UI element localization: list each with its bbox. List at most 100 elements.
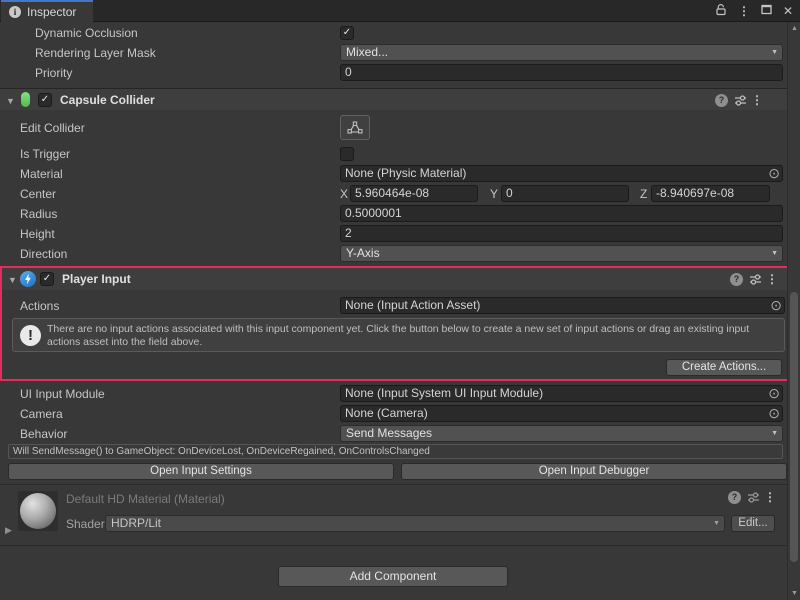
material-sphere-preview	[20, 493, 56, 529]
object-picker-icon[interactable]: ⊙	[768, 385, 780, 402]
is-trigger-row: Is Trigger	[0, 144, 787, 164]
ui-input-module-object-field[interactable]: None (Input System UI Input Module) ⊙	[340, 385, 783, 402]
actions-label: Actions	[20, 296, 59, 316]
axis-z-label: Z	[640, 184, 647, 204]
height-row: Height 2	[0, 224, 787, 244]
dropdown-arrow-icon: ▼	[771, 250, 778, 258]
direction-value: Y-Axis	[346, 246, 380, 260]
object-picker-icon[interactable]: ⊙	[770, 297, 782, 314]
material-section: ▶ Default HD Material (Material) ? ⋮ Sha…	[0, 484, 787, 546]
dropdown-arrow-icon: ▼	[713, 520, 720, 528]
is-trigger-checkbox[interactable]	[340, 147, 354, 161]
capsule-collider-title: Capsule Collider	[60, 89, 155, 111]
tab-inspector[interactable]: i Inspector	[1, 0, 93, 22]
material-title: Default HD Material (Material)	[66, 489, 225, 509]
window-controls: ⋮ ✕	[715, 2, 793, 20]
dropdown-arrow-icon: ▼	[771, 430, 778, 438]
scrollbar-thumb[interactable]	[790, 292, 798, 562]
rendering-layer-mask-dropdown[interactable]: Mixed... ▼	[340, 44, 783, 61]
center-row: Center X 5.960464e-08 Y 0 Z -8.940697e-0…	[0, 184, 787, 204]
rendering-layer-mask-row: Rendering Layer Mask Mixed... ▼	[0, 43, 787, 63]
help-icon[interactable]: ?	[730, 273, 743, 286]
behavior-label: Behavior	[20, 424, 67, 444]
presets-icon[interactable]	[747, 491, 760, 507]
shader-value: HDRP/Lit	[111, 516, 161, 530]
scroll-up-arrow[interactable]: ▲	[788, 25, 800, 32]
dynamic-occlusion-row: Dynamic Occlusion ✓	[0, 23, 787, 43]
player-input-title: Player Input	[62, 268, 131, 290]
scroll-down-arrow[interactable]: ▼	[788, 590, 800, 597]
component-menu-icon[interactable]: ⋮	[751, 93, 763, 107]
tab-bar: i Inspector ⋮ ✕	[0, 0, 800, 22]
priority-row: Priority 0	[0, 63, 787, 83]
dropdown-arrow-icon: ▼	[771, 49, 778, 57]
foldout-open-icon[interactable]: ▼	[6, 96, 15, 106]
window-menu-icon[interactable]: ⋮	[738, 4, 750, 18]
actions-object-field[interactable]: None (Input Action Asset) ⊙	[340, 297, 785, 314]
edit-collider-label: Edit Collider	[20, 115, 85, 141]
direction-label: Direction	[20, 244, 67, 264]
add-component-button[interactable]: Add Component	[278, 566, 508, 587]
direction-dropdown[interactable]: Y-Axis ▼	[340, 245, 783, 262]
component-menu-icon[interactable]: ⋮	[764, 490, 776, 504]
dynamic-occlusion-checkbox[interactable]: ✓	[340, 26, 354, 40]
inspector-info-icon: i	[9, 6, 21, 18]
actions-value: None (Input Action Asset)	[345, 298, 480, 312]
camera-value: None (Camera)	[345, 406, 428, 420]
presets-icon[interactable]	[734, 94, 747, 110]
height-input[interactable]: 2	[340, 225, 783, 242]
object-picker-icon[interactable]: ⊙	[768, 405, 780, 422]
help-icon[interactable]: ?	[728, 491, 741, 504]
radius-row: Radius 0.5000001	[0, 204, 787, 224]
ui-input-module-row: UI Input Module None (Input System UI In…	[0, 384, 787, 404]
center-x-input[interactable]: 5.960464e-08	[350, 185, 478, 202]
edit-collider-button[interactable]	[340, 115, 370, 140]
behavior-info-box: Will SendMessage() to GameObject: OnDevi…	[8, 444, 783, 459]
ui-input-module-value: None (Input System UI Input Module)	[345, 386, 543, 400]
help-box-text: There are no input actions associated wi…	[47, 323, 776, 349]
warning-icon: !	[20, 325, 41, 346]
shader-edit-button[interactable]: Edit...	[731, 515, 775, 532]
open-input-settings-button[interactable]: Open Input Settings	[8, 463, 394, 480]
capsule-collider-enabled-checkbox[interactable]: ✓	[38, 93, 52, 107]
material-label: Material	[20, 164, 63, 184]
material-preview-thumbnail	[18, 491, 58, 531]
material-object-field[interactable]: None (Physic Material) ⊙	[340, 165, 783, 182]
priority-input[interactable]: 0	[340, 64, 783, 81]
dynamic-occlusion-label: Dynamic Occlusion	[35, 23, 138, 43]
create-actions-button[interactable]: Create Actions...	[666, 359, 782, 376]
tab-label: Inspector	[27, 2, 76, 23]
center-z-input[interactable]: -8.940697e-08	[651, 185, 770, 202]
player-input-header[interactable]: ▼ ✓ Player Input ? ⋮	[2, 268, 789, 290]
maximize-icon[interactable]	[761, 4, 772, 18]
radius-label: Radius	[20, 204, 57, 224]
component-menu-icon[interactable]: ⋮	[766, 272, 778, 286]
player-input-enabled-checkbox[interactable]: ✓	[40, 272, 54, 286]
presets-icon[interactable]	[749, 273, 762, 289]
capsule-collider-icon	[21, 92, 30, 107]
axis-y-label: Y	[490, 184, 498, 204]
foldout-closed-icon[interactable]: ▶	[5, 525, 12, 536]
priority-label: Priority	[35, 63, 72, 83]
open-input-debugger-button[interactable]: Open Input Debugger	[401, 463, 787, 480]
player-input-icon	[20, 271, 36, 287]
object-picker-icon[interactable]: ⊙	[768, 165, 780, 182]
rendering-layer-mask-value: Mixed...	[346, 45, 388, 59]
foldout-open-icon[interactable]: ▼	[8, 275, 17, 285]
center-y-input[interactable]: 0	[501, 185, 629, 202]
shader-label: Shader	[66, 514, 105, 534]
shader-dropdown[interactable]: HDRP/Lit ▼	[105, 515, 725, 532]
capsule-collider-header[interactable]: ▼ ✓ Capsule Collider ? ⋮	[0, 88, 787, 110]
close-icon[interactable]: ✕	[783, 4, 793, 18]
center-label: Center	[20, 184, 56, 204]
unlock-icon[interactable]	[715, 3, 727, 19]
edit-collider-row: Edit Collider	[0, 115, 787, 141]
is-trigger-label: Is Trigger	[20, 144, 70, 164]
help-icon[interactable]: ?	[715, 94, 728, 107]
behavior-dropdown[interactable]: Send Messages ▼	[340, 425, 783, 442]
direction-row: Direction Y-Axis ▼	[0, 244, 787, 264]
camera-label: Camera	[20, 404, 63, 424]
camera-object-field[interactable]: None (Camera) ⊙	[340, 405, 783, 422]
radius-input[interactable]: 0.5000001	[340, 205, 783, 222]
rendering-layer-mask-label: Rendering Layer Mask	[35, 43, 156, 63]
